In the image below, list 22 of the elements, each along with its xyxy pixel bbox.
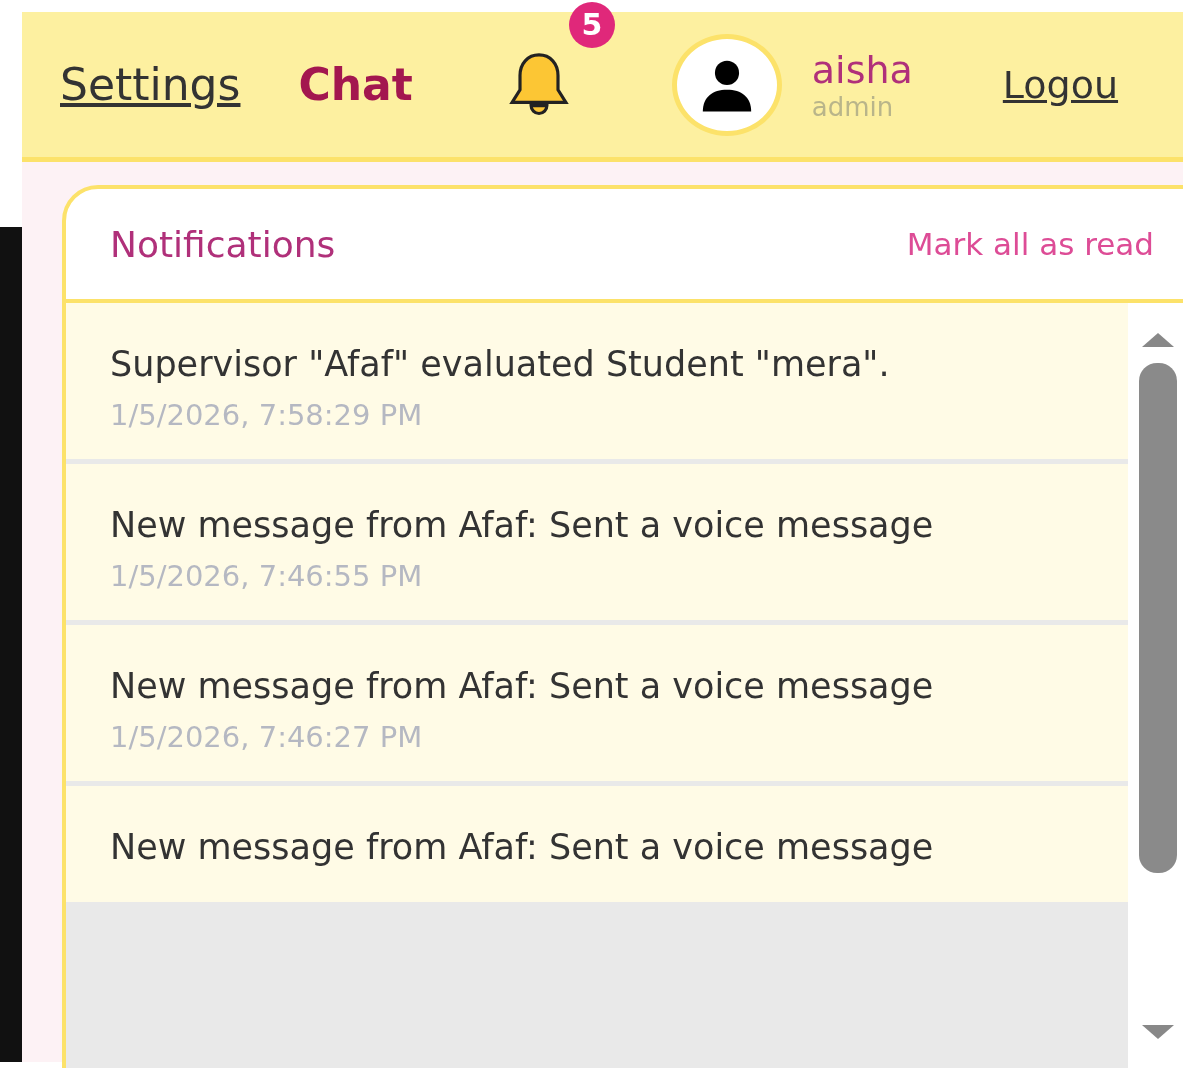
notification-time: 1/5/2026, 7:46:55 PM <box>110 558 424 595</box>
notification-time: 1/5/2026, 7:46:27 PM <box>110 719 424 756</box>
notification-text: New message from Afaf: Sent a voice message <box>110 504 935 547</box>
nav-link[interactable]: Settings <box>60 59 241 110</box>
user-name: aisha <box>811 47 913 92</box>
scrollbar-thumb[interactable] <box>1138 363 1178 873</box>
mark-all-read-link[interactable]: Mark all as read <box>906 226 1154 262</box>
notification-item[interactable]: New message from Afaf: Sent a voice message 1/5/2026, 7:46:27 PM <box>66 625 1128 781</box>
notification-text: New message from Afaf: Sent a voice message <box>110 826 935 869</box>
notification-item[interactable]: Supervisor "Afaf" evaluated Student "mera". 1/5/2026, 7:58:29 PM <box>66 303 1128 459</box>
logout-link[interactable]: Logou <box>1002 62 1119 107</box>
notification-badge: 5 <box>568 1 615 48</box>
panel-title: Notifications <box>110 223 336 265</box>
user-role: admin <box>811 91 895 122</box>
scroll-up-icon[interactable] <box>1140 331 1176 349</box>
notification-item[interactable]: New message from Afaf: Sent a voice message <box>66 786 1128 902</box>
notification-item[interactable]: New message from Afaf: Sent a voice message 1/5/2026, 7:46:55 PM <box>66 464 1128 620</box>
notification-time: 1/5/2026, 7:58:29 PM <box>110 397 424 434</box>
notification-text: New message from Afaf: Sent a voice message <box>110 665 935 708</box>
scroll-down-icon[interactable] <box>1140 1023 1176 1041</box>
nav-link[interactable]: Chat <box>298 59 413 110</box>
notification-text: Supervisor "Afaf" evaluated Student "mera". <box>110 343 891 386</box>
